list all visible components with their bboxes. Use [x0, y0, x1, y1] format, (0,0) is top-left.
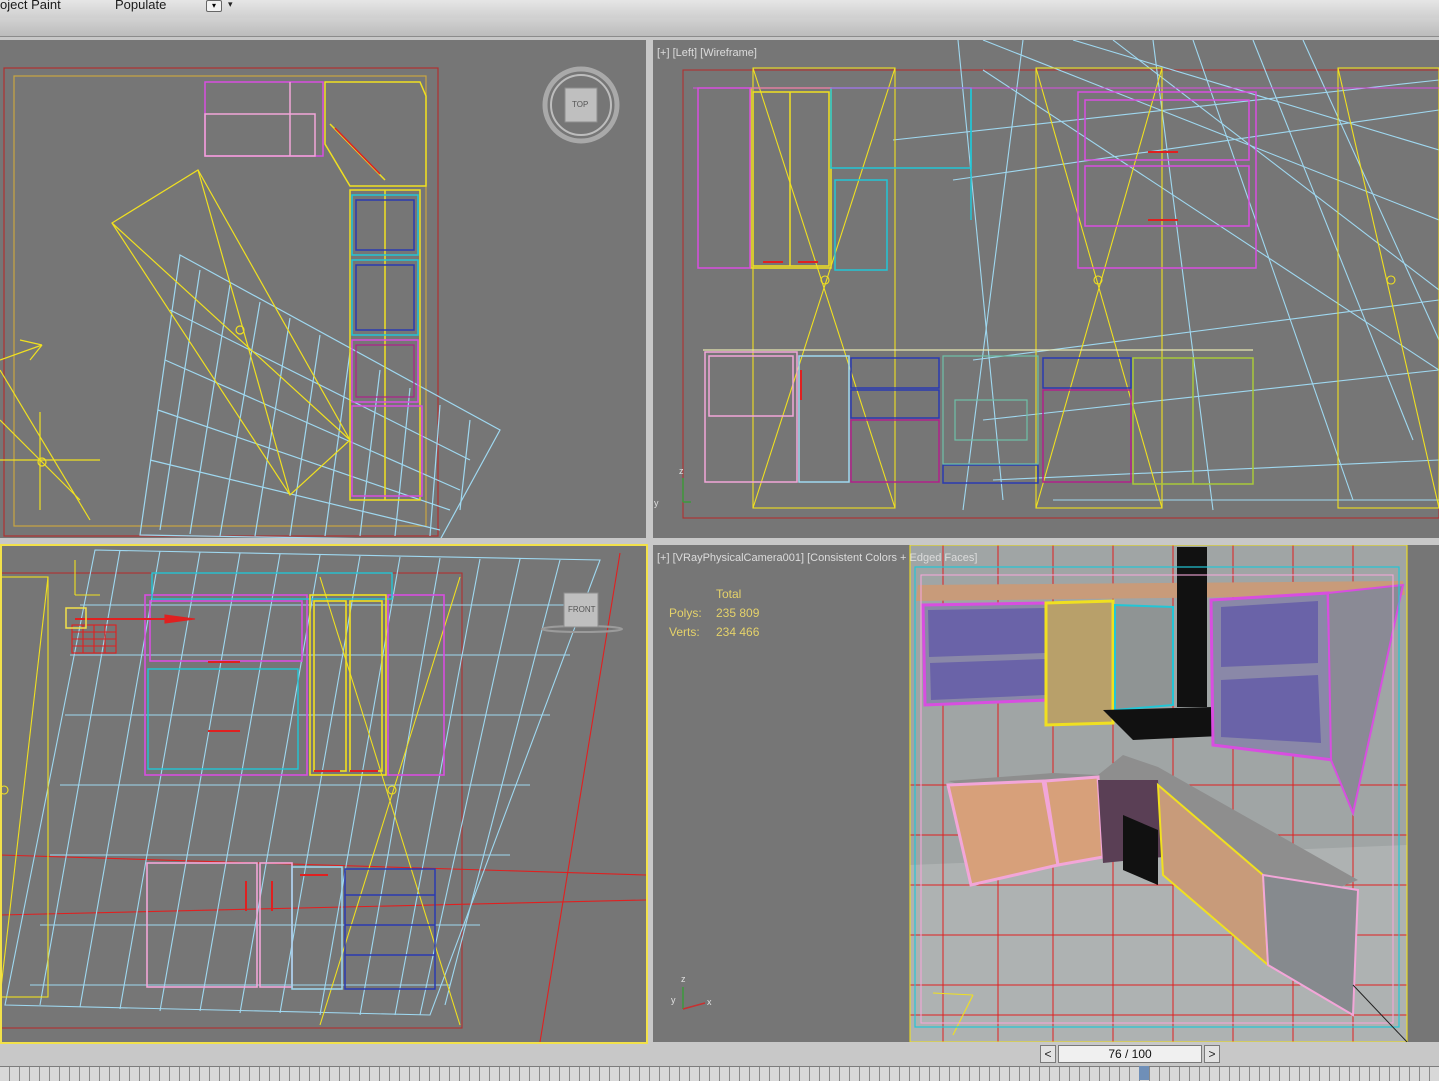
left-view-wireframe — [682, 40, 1439, 519]
viewport-left-label[interactable]: [+] [Left] [Wireframe] — [657, 47, 757, 59]
ribbon-toolbar: oject Paint Populate ▾ ▾ — [0, 0, 1439, 19]
viewport-shading-mode[interactable]: [Consistent Colors + Edged Faces] — [807, 552, 977, 564]
viewport-menu-plus[interactable]: [+] — [657, 552, 670, 564]
stats-verts-value: 234 466 — [716, 625, 760, 639]
camera-view-render — [909, 545, 1408, 1042]
chevron-down-icon[interactable]: ▾ — [228, 0, 233, 10]
axis-tripod-icon: z y x — [671, 974, 712, 1010]
viewport-menu-plus[interactable]: [+] — [657, 47, 670, 59]
ribbon-panel-strip — [0, 18, 1439, 37]
stats-polys-label: Polys: — [669, 606, 702, 620]
axis-y-label: y — [654, 498, 659, 508]
ribbon-dropdown-icon[interactable]: ▾ — [206, 0, 222, 12]
populate-tab[interactable]: Populate — [115, 0, 166, 12]
track-bar-playhead[interactable] — [1139, 1066, 1149, 1080]
viewport-left[interactable]: [+] [Left] [Wireframe] z y — [653, 40, 1439, 538]
axis-z-label: z — [679, 466, 684, 476]
axis-y-label: y — [671, 995, 676, 1005]
object-paint-tab[interactable]: oject Paint — [0, 0, 61, 12]
time-slider[interactable]: < 76 / 100 > — [1040, 1045, 1222, 1063]
viewport-top[interactable]: TOP — [0, 40, 646, 538]
stats-header: Total — [716, 587, 742, 601]
stats-polys-value: 235 809 — [716, 606, 760, 620]
track-bar-ruler[interactable] — [0, 1066, 1439, 1081]
scene-statistics: Total Polys: 235 809 Verts: 234 466 — [669, 585, 759, 642]
viewport-camera-label[interactable]: [+] [VRayPhysicalCamera001] [Consistent … — [657, 552, 977, 564]
time-slider-track[interactable]: 76 / 100 — [1058, 1045, 1202, 1063]
prev-frame-button[interactable]: < — [1040, 1045, 1056, 1063]
axis-tripod-icon: z y — [654, 466, 691, 508]
viewport-front[interactable]: FRONT — [0, 545, 646, 1042]
timeline-bar — [0, 1044, 1439, 1066]
next-frame-button[interactable]: > — [1204, 1045, 1220, 1063]
stats-verts-label: Verts: — [669, 625, 700, 639]
viewport-view-name[interactable]: [VRayPhysicalCamera001] — [673, 552, 804, 564]
viewcube-front-label: FRONT — [568, 605, 596, 614]
axis-z-label: z — [681, 974, 686, 984]
axis-x-label: x — [707, 997, 712, 1007]
viewport-shading-mode[interactable]: [Wireframe] — [700, 47, 757, 59]
viewcube-top-label: TOP — [572, 100, 589, 109]
viewport-view-name[interactable]: [Left] — [673, 47, 697, 59]
viewport-camera[interactable]: [+] [VRayPhysicalCamera001] [Consistent … — [653, 545, 1439, 1042]
